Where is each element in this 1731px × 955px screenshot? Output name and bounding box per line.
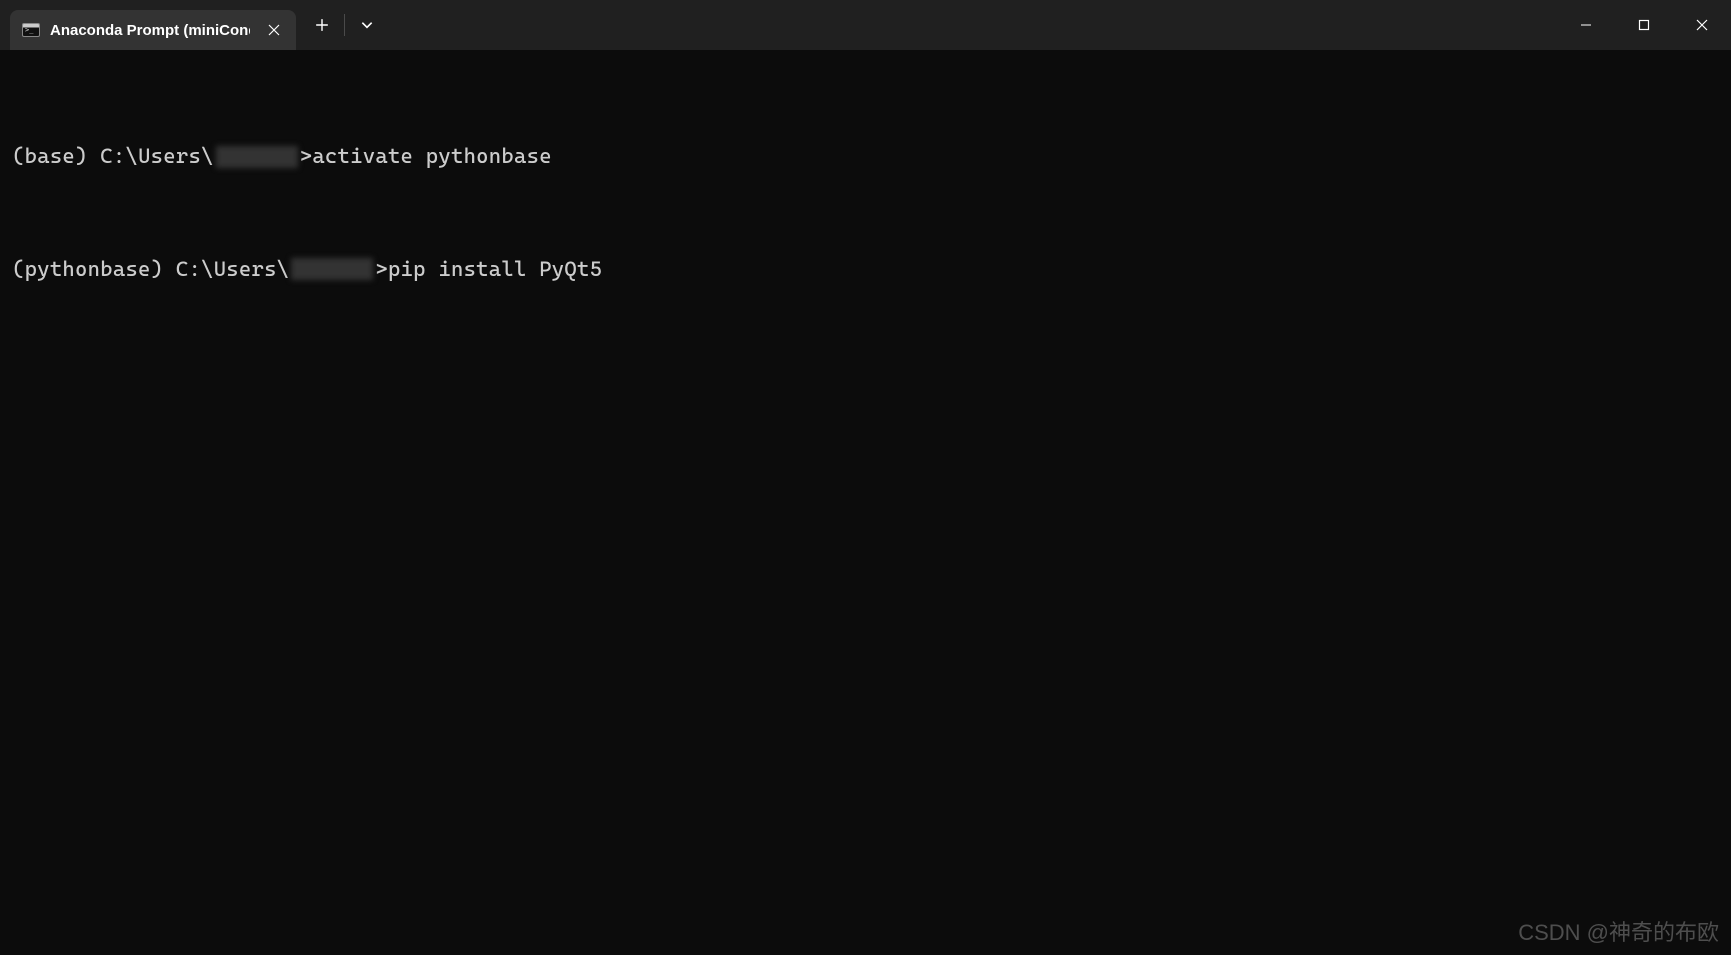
prompt-char: > (375, 254, 388, 286)
terminal-content[interactable]: (base) C:\Users\>activate pythonbase (py… (0, 50, 1731, 363)
divider (344, 14, 345, 36)
prompt-path-prefix: C:\Users\ (176, 254, 289, 286)
redacted-username (216, 146, 298, 168)
command-text: pip install PyQt5 (388, 254, 602, 286)
tab-dropdown-button[interactable] (349, 7, 385, 43)
titlebar: Anaconda Prompt (miniConda (0, 0, 1731, 50)
new-tab-button[interactable] (304, 7, 340, 43)
tab-title: Anaconda Prompt (miniConda (50, 22, 250, 39)
minimize-button[interactable] (1557, 0, 1615, 50)
maximize-button[interactable] (1615, 0, 1673, 50)
terminal-line: (pythonbase) C:\Users\ >pip install PyQt5 (12, 254, 1719, 286)
terminal-line: (base) C:\Users\ >activate pythonbase (12, 141, 1719, 173)
terminal-icon (22, 23, 40, 37)
prompt-path-prefix: C:\Users\ (100, 141, 213, 173)
tab-actions (296, 0, 385, 50)
minimize-icon (1580, 19, 1592, 31)
tab-close-button[interactable] (264, 20, 284, 40)
window-close-button[interactable] (1673, 0, 1731, 50)
titlebar-drag-area[interactable] (385, 0, 1557, 50)
tab-active[interactable]: Anaconda Prompt (miniConda (10, 10, 296, 50)
plus-icon (315, 18, 329, 32)
tab-area: Anaconda Prompt (miniConda (0, 0, 296, 50)
watermark: CSDN @神奇的布欧 (1518, 915, 1719, 947)
prompt-env: (pythonbase) (12, 254, 163, 286)
command-text: activate pythonbase (312, 141, 552, 173)
maximize-icon (1638, 19, 1650, 31)
chevron-down-icon (360, 18, 374, 32)
redacted-username (291, 258, 373, 280)
prompt-env: (base) (12, 141, 88, 173)
window-controls (1557, 0, 1731, 50)
prompt-char: > (300, 141, 313, 173)
close-icon (1696, 19, 1708, 31)
close-icon (268, 24, 280, 36)
